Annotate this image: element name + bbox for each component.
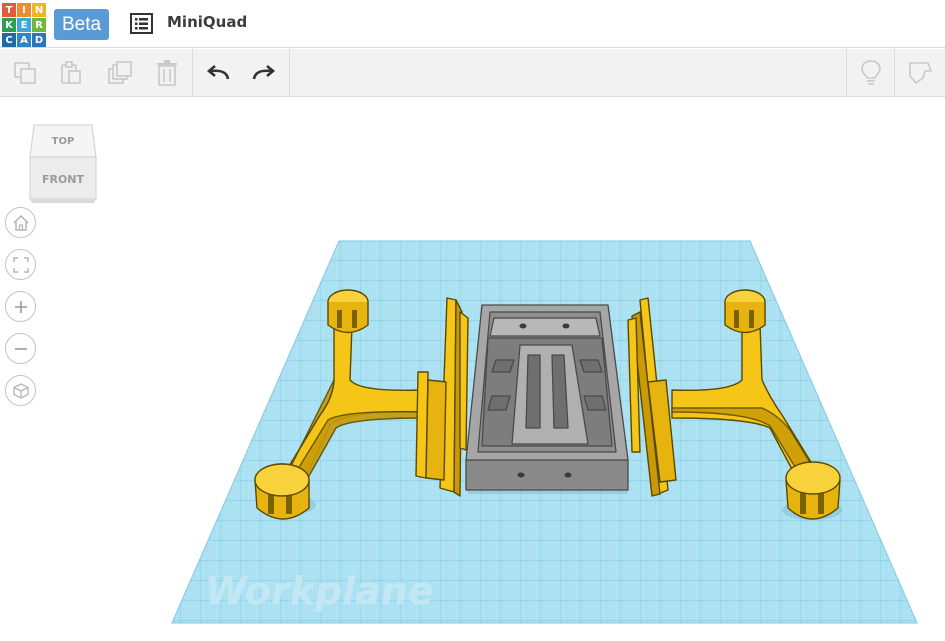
workplane-label: Workplane [205,569,434,613]
scene-render: Workplane [171,240,918,624]
center-frame[interactable] [465,304,629,491]
